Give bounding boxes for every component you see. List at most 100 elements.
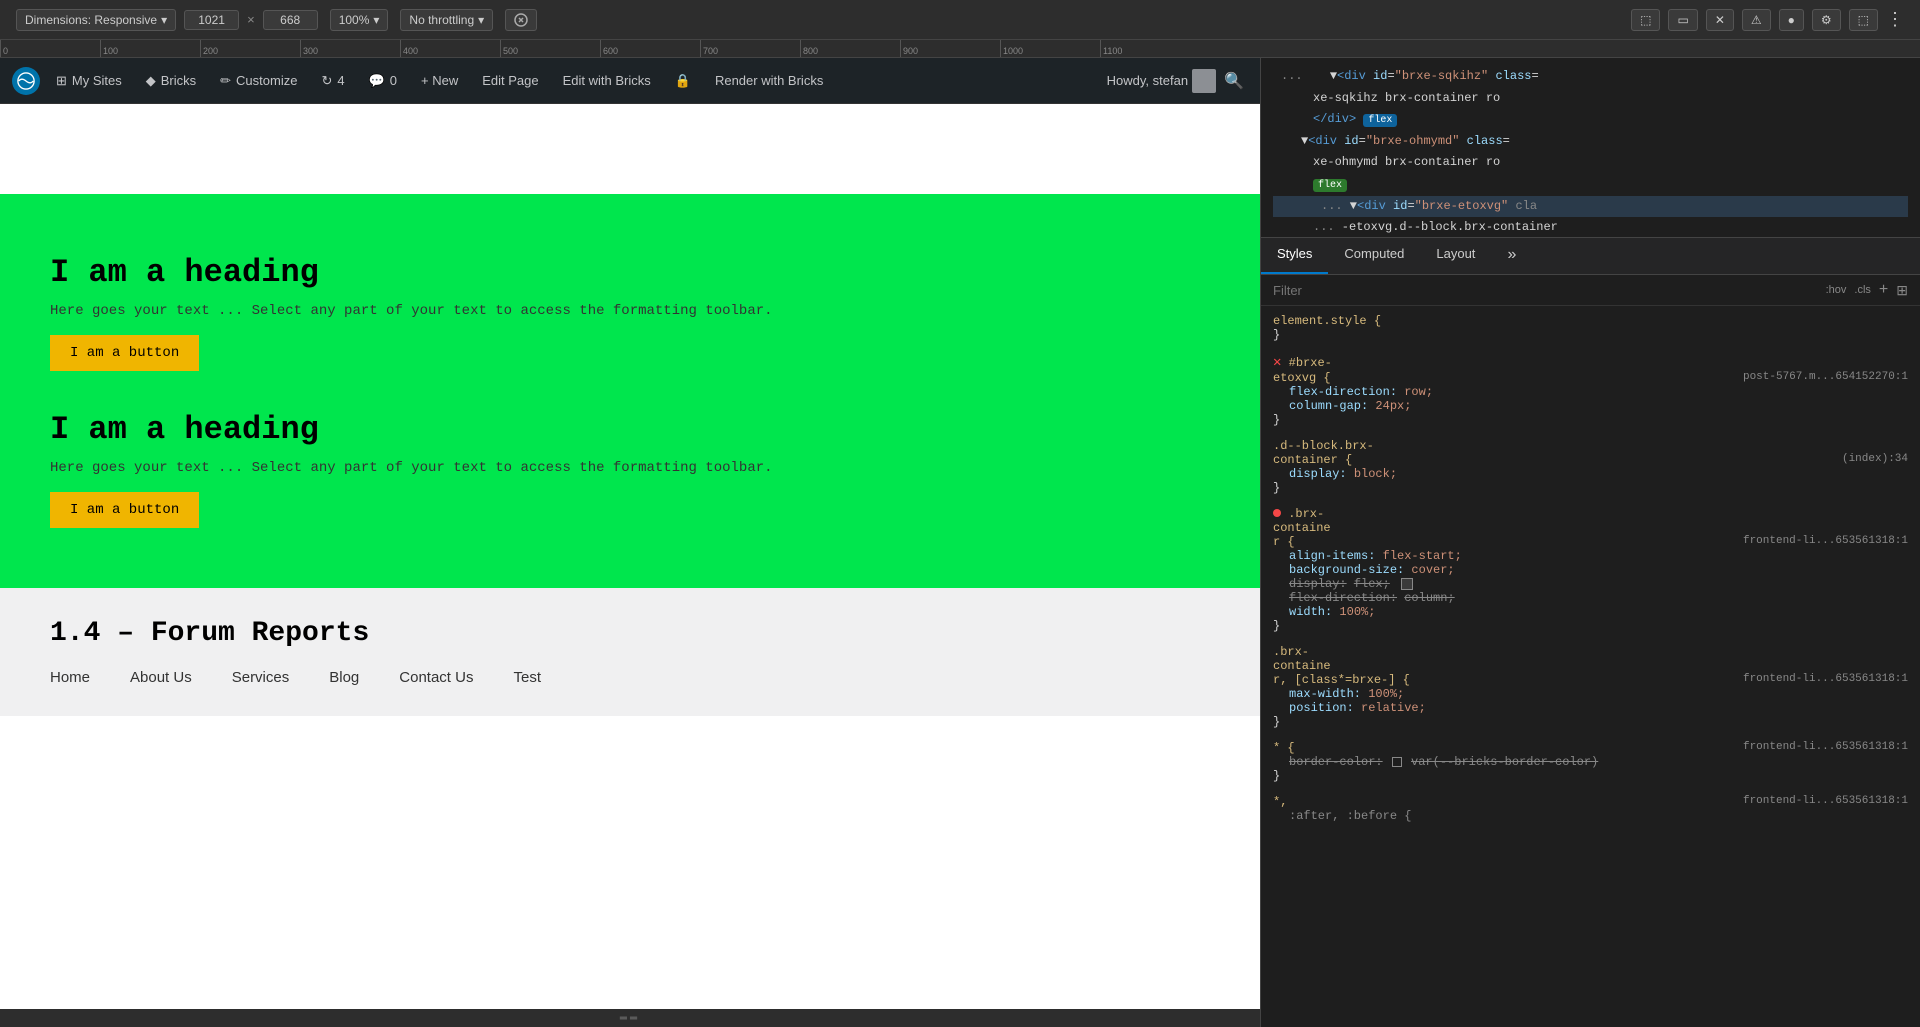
css-selector-d-block: .d--block.brx-container { <box>1273 439 1374 467</box>
button-2-label: I am a button <box>70 502 179 518</box>
width-input[interactable] <box>184 10 239 30</box>
comments-icon: 💬 <box>369 73 385 89</box>
no-throttling-extra[interactable] <box>505 9 537 31</box>
lock-icon: 🔒 <box>675 73 691 89</box>
tab-layout[interactable]: Layout <box>1420 238 1491 274</box>
add-style-icon[interactable]: + <box>1879 281 1888 299</box>
dimensions-dropdown[interactable]: Dimensions: Responsive ▾ <box>16 9 176 31</box>
css-source-star: frontend-li...653561318:1 <box>1743 741 1908 753</box>
comments-menu[interactable]: 💬 0 <box>361 69 405 93</box>
css-rule-d-block: .d--block.brx-container { (index):34 dis… <box>1273 439 1908 495</box>
flex-badge-1: flex <box>1363 114 1397 127</box>
device-btn[interactable]: ▭ <box>1668 9 1697 31</box>
css-selector-etoxvg: #brxe-etoxvg { <box>1273 356 1332 385</box>
edit-page-label: Edit Page <box>482 73 538 88</box>
main-area: ⊞ My Sites ◆ Bricks ✏ Customize ↻ 4 💬 0 … <box>0 58 1920 1027</box>
filter-cls[interactable]: .cls <box>1854 284 1871 296</box>
tree-line-class: ... -etoxvg.d--block.brx-container <box>1273 217 1908 238</box>
css-rule-star: * { frontend-li...653561318:1 border-col… <box>1273 741 1908 783</box>
my-sites-icon: ⊞ <box>56 73 67 89</box>
my-sites-label: My Sites <box>72 73 122 88</box>
filter-bar: :hov .cls + ⊞ <box>1261 275 1920 306</box>
tree-line-2: xe-sqkihz brx-container ro <box>1273 88 1908 110</box>
button-2[interactable]: I am a button <box>50 492 199 528</box>
heading-1: I am a heading <box>50 254 1210 291</box>
page-preview: I am a heading Here goes your text ... S… <box>0 104 1260 1009</box>
updates-menu[interactable]: ↻ 4 <box>313 69 352 93</box>
css-selector-brx-2: .brx-container, [class*=brxe-] { <box>1273 645 1410 687</box>
html-tree: ... ▼<div id="brxe-sqkihz" class= xe-sqk… <box>1261 58 1920 238</box>
search-icon[interactable]: 🔍 <box>1220 67 1248 95</box>
nav-home[interactable]: Home <box>50 669 90 686</box>
tab-computed[interactable]: Computed <box>1328 238 1420 274</box>
nav-services[interactable]: Services <box>232 669 290 686</box>
nav-menu: Home About Us Services Blog Contact Us T… <box>50 669 1210 686</box>
button-1-label: I am a button <box>70 345 179 361</box>
expand-btn[interactable]: ⬚ <box>1849 9 1878 31</box>
css-selector-element-style: element.style { <box>1273 314 1381 328</box>
css-rule-element-style: element.style { } <box>1273 314 1908 342</box>
avatar <box>1192 69 1216 93</box>
tree-line-5: xe-ohmymd brx-container ro <box>1273 152 1908 174</box>
grid-view-icon[interactable]: ⊞ <box>1896 282 1908 299</box>
css-source-etoxvg: post-5767.m...654152270:1 <box>1743 371 1908 383</box>
nav-about[interactable]: About Us <box>130 669 192 686</box>
dimensions-label: Dimensions: Responsive <box>25 13 157 27</box>
render-with-bricks-label: Render with Bricks <box>715 73 823 88</box>
zoom-dropdown[interactable]: 100% ▾ <box>330 9 389 31</box>
customize-menu[interactable]: ✏ Customize <box>212 69 305 93</box>
new-menu[interactable]: + New <box>413 69 466 92</box>
page-white-top <box>0 104 1260 194</box>
customize-icon: ✏ <box>220 73 231 89</box>
nav-test[interactable]: Test <box>513 669 541 686</box>
button-1[interactable]: I am a button <box>50 335 199 371</box>
bricks-label: Bricks <box>161 73 196 88</box>
tree-line-1: ... ▼<div id="brxe-sqkihz" class= <box>1273 66 1908 88</box>
dimensions-control: Dimensions: Responsive ▾ × <box>16 9 318 31</box>
css-selector-star: * { <box>1273 741 1295 755</box>
close-devtools-btn[interactable]: ✕ <box>1706 9 1734 31</box>
edit-page-menu[interactable]: Edit Page <box>474 69 546 92</box>
preview-area: ⊞ My Sites ◆ Bricks ✏ Customize ↻ 4 💬 0 … <box>0 58 1260 1027</box>
ruler: 0 100 200 300 400 500 600 700 800 900 10… <box>0 40 1920 58</box>
bricks-icon: ◆ <box>146 73 156 89</box>
height-input[interactable] <box>263 10 318 30</box>
warning-btn[interactable]: ⚠ <box>1742 9 1771 31</box>
customize-label: Customize <box>236 73 297 88</box>
green-block-1: I am a heading Here goes your text ... S… <box>50 234 1210 391</box>
bricks-menu[interactable]: ◆ Bricks <box>138 69 204 93</box>
nav-blog[interactable]: Blog <box>329 669 359 686</box>
cursor-tool-btn[interactable]: ⬚ <box>1631 9 1660 31</box>
edit-with-bricks-menu[interactable]: Edit with Bricks <box>555 69 659 92</box>
tab-styles[interactable]: Styles <box>1261 238 1328 274</box>
css-rule-brx-container-2: .brx-container, [class*=brxe-] { fronten… <box>1273 645 1908 729</box>
my-sites-menu[interactable]: ⊞ My Sites <box>48 69 130 93</box>
bottom-handle-icon: ══ <box>620 1013 640 1024</box>
record-btn[interactable]: ● <box>1779 9 1804 31</box>
settings-btn[interactable]: ⚙ <box>1812 9 1841 31</box>
css-source-comma: frontend-li...653561318:1 <box>1743 795 1908 807</box>
devtools-panel: ... ▼<div id="brxe-sqkihz" class= xe-sqk… <box>1260 58 1920 1027</box>
color-swatch <box>1392 757 1402 767</box>
filter-hov[interactable]: :hov <box>1826 284 1847 296</box>
updates-icon: ↻ <box>321 73 332 89</box>
flex-badge-2: flex <box>1313 179 1347 192</box>
more-options-icon[interactable]: ⋮ <box>1886 9 1904 30</box>
css-source-brx-2: frontend-li...653561318:1 <box>1743 673 1908 685</box>
css-rule-brx-container-1: .brx-container { frontend-li...653561318… <box>1273 507 1908 633</box>
filter-input[interactable] <box>1273 283 1818 298</box>
howdy-text: Howdy, stefan <box>1107 73 1188 88</box>
page-preview-wrapper[interactable]: I am a heading Here goes your text ... S… <box>0 104 1260 1009</box>
green-section: I am a heading Here goes your text ... S… <box>0 194 1260 588</box>
css-source-d-block: (index):34 <box>1842 453 1908 465</box>
new-label: + New <box>421 73 458 88</box>
css-rules[interactable]: element.style { } ✕ #brxe-etoxvg { post-… <box>1261 306 1920 1027</box>
nav-contact[interactable]: Contact Us <box>399 669 473 686</box>
updates-count: 4 <box>337 73 344 88</box>
x-icon-etoxvg[interactable]: ✕ <box>1273 355 1281 371</box>
tree-line-3: </div> flex <box>1273 109 1908 131</box>
tab-more[interactable]: » <box>1491 238 1532 274</box>
throttling-dropdown[interactable]: No throttling ▾ <box>400 9 493 31</box>
render-with-bricks-menu[interactable]: Render with Bricks <box>707 69 831 92</box>
styles-tabs: Styles Computed Layout » <box>1261 238 1920 275</box>
